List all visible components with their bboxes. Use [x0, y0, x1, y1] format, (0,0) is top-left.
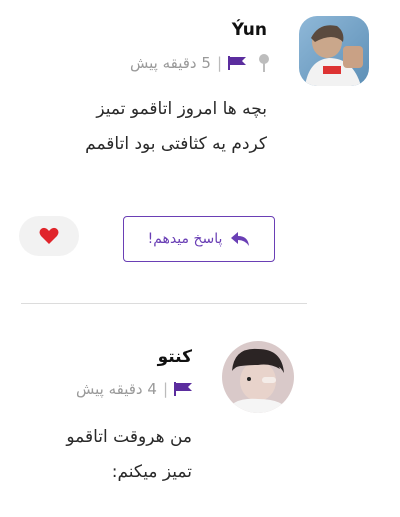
comment-line: تمیز میکنم: — [111, 462, 192, 482]
comment-text: بچه ها امروز اتاقمو تمیز کردم یه کثافتی … — [7, 92, 267, 162]
timestamp: 5 دقیقه پیش — [130, 54, 211, 72]
meta-separator: | — [162, 380, 168, 398]
comment-line: کردم یه کثافتی بود اتاقمم — [85, 134, 267, 154]
username[interactable]: کنتو — [158, 347, 192, 367]
reply-label: پاسخ میدهم! — [147, 231, 223, 247]
comment-line: من هروقت اتاقمو — [66, 427, 192, 447]
avatar[interactable] — [222, 341, 294, 413]
like-button[interactable] — [19, 216, 79, 256]
avatar[interactable] — [299, 16, 369, 86]
pin-icon[interactable] — [258, 53, 270, 73]
flag-icon[interactable] — [228, 56, 246, 70]
divider — [21, 303, 307, 304]
comment-text: من هروقت اتاقمو تمیز میکنم: — [12, 420, 192, 490]
reply-arrow-icon — [230, 231, 250, 247]
comment-meta: | 4 دقیقه پیش — [76, 380, 192, 398]
timestamp: 4 دقیقه پیش — [76, 380, 157, 398]
comment-line: بچه ها امروز اتاقمو تمیز — [96, 99, 267, 119]
username[interactable]: Ýun — [232, 20, 267, 40]
comment-meta: | 5 دقیقه پیش — [130, 53, 270, 73]
flag-icon[interactable] — [174, 382, 192, 396]
meta-separator: | — [216, 54, 222, 72]
reply-button[interactable]: پاسخ میدهم! — [123, 216, 275, 262]
heart-icon — [39, 227, 59, 245]
